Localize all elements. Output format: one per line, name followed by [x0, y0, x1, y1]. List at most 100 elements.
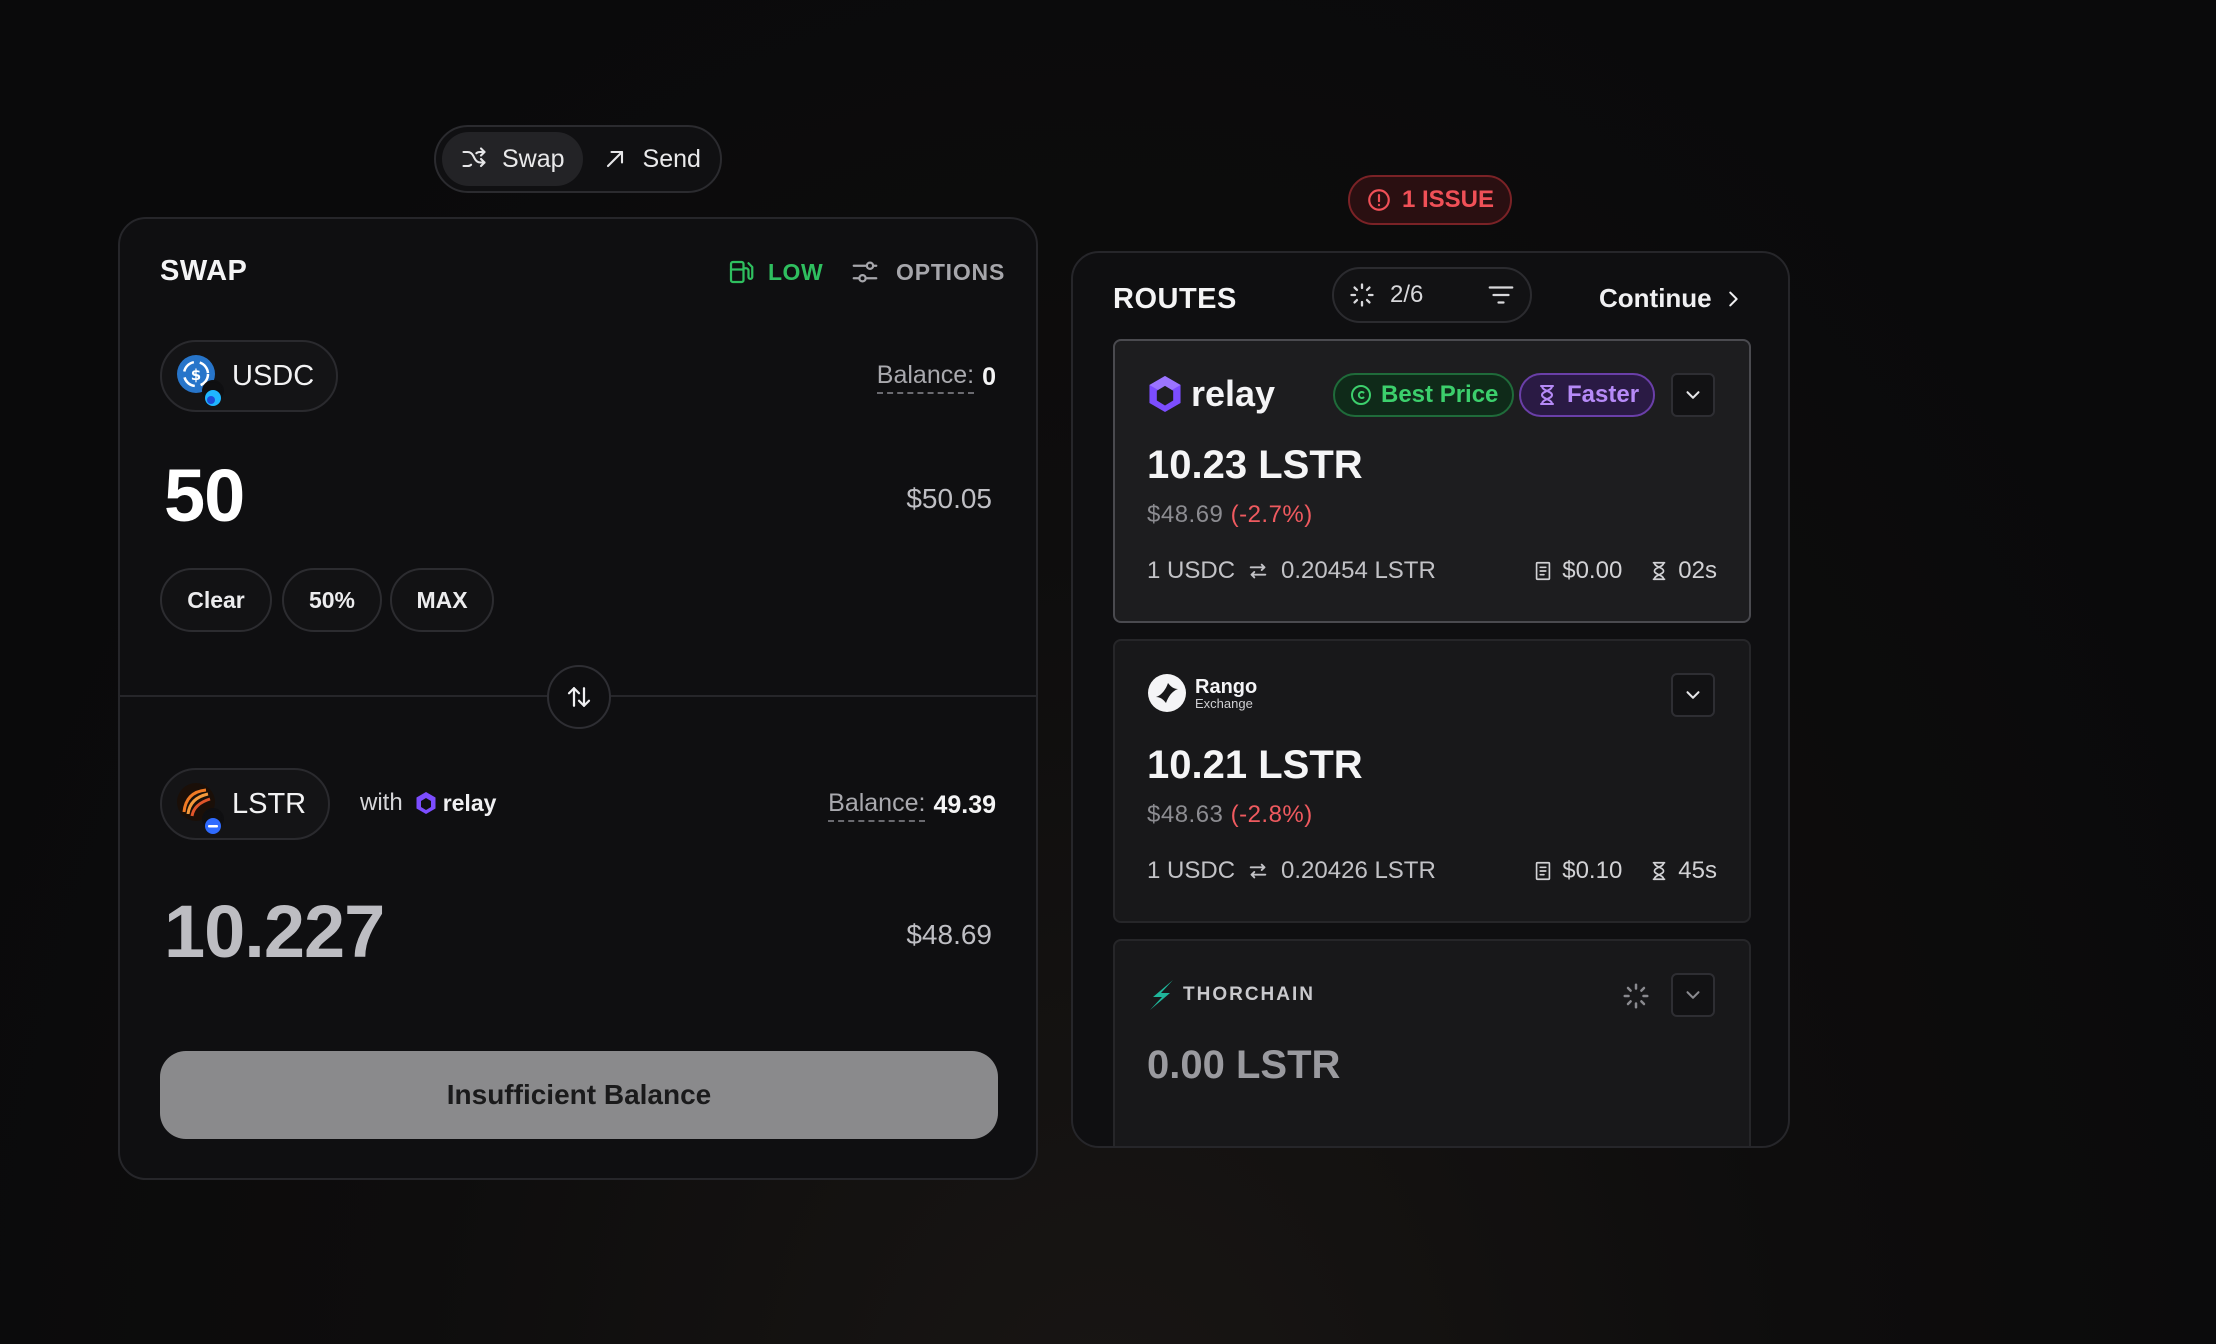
rango-provider-name: Rango: [1195, 675, 1258, 698]
routes-card: ROUTES 2/6 Continue relay Best Price Fas…: [1071, 251, 1790, 1148]
route-usd-value: $48.63: [1147, 801, 1224, 828]
rate-to: 0.20454 LSTR: [1281, 557, 1436, 584]
options-label: OPTIONS: [896, 258, 1006, 285]
to-token-symbol: LSTR: [232, 787, 307, 820]
routes-title: ROUTES: [1113, 283, 1237, 315]
best-price-badge: Best Price: [1333, 373, 1515, 417]
relay-logo-icon: [1149, 376, 1181, 412]
provider-label: relay: [442, 789, 497, 816]
route-output-amount: 0.00 LSTR: [1147, 1043, 1341, 1087]
route-fees: $0.10 45s: [1532, 857, 1717, 885]
fuel-pump-icon: [729, 260, 754, 284]
thorchain-logo-icon: [1150, 980, 1173, 1010]
faster-label: Faster: [1567, 381, 1640, 408]
rango-provider-logo: Rango Exchange: [1147, 673, 1257, 713]
best-price-label: Best Price: [1381, 381, 1499, 408]
loading-spinner-icon: [1350, 283, 1374, 307]
gas-speed-label: LOW: [768, 258, 824, 285]
relay-provider-name: relay: [1191, 373, 1276, 414]
chevron-down-icon: [1686, 691, 1700, 699]
swap-title: SWAP: [160, 255, 248, 287]
swap-vertical-icon: [567, 687, 591, 707]
rate-from: 1 USDC: [1147, 557, 1236, 584]
swap-card: SWAP LOW OPTIONS $ USDC Balance: 0 50 $5…: [118, 217, 1038, 1180]
continue-label: Continue: [1599, 283, 1712, 313]
swap-mode-label: Swap: [502, 144, 565, 173]
route-price-impact: (-2.8%): [1230, 801, 1313, 828]
from-balance-value: 0: [982, 363, 996, 391]
coin-icon: [1351, 385, 1371, 405]
expand-route-button[interactable]: [1671, 673, 1715, 717]
from-amount-input[interactable]: 50: [164, 453, 245, 538]
from-token-symbol: USDC: [232, 359, 315, 392]
selected-provider: with relay: [360, 789, 496, 817]
hourglass-icon: [1652, 561, 1666, 581]
route-output-amount: 10.23 LSTR: [1147, 443, 1363, 487]
rate-to: 0.20426 LSTR: [1281, 857, 1436, 884]
from-balance[interactable]: Balance: 0: [876, 361, 996, 394]
route-usd-value: $48.69: [1147, 501, 1224, 528]
routes-progress: 2/6: [1332, 267, 1532, 323]
expand-route-button[interactable]: [1671, 373, 1715, 417]
route-fees: $0.00 02s: [1532, 557, 1717, 585]
expand-route-button[interactable]: [1671, 973, 1715, 1017]
route-exchange-rate: 1 USDC 0.20426 LSTR: [1147, 857, 1436, 885]
chevron-down-icon: [1686, 991, 1700, 999]
thorchain-provider-name: THORCHAIN: [1183, 984, 1315, 1005]
route-output-usd: $48.69 (-2.7%): [1147, 501, 1313, 529]
route-output-amount: 10.21 LSTR: [1147, 743, 1363, 787]
options-button[interactable]: OPTIONS: [850, 257, 1005, 287]
chevron-right-icon: [1728, 291, 1738, 306]
route-option-thorchain[interactable]: THORCHAIN 0.00 LSTR: [1113, 939, 1751, 1146]
routes-progress-count: 2/6: [1390, 281, 1424, 308]
send-mode-button[interactable]: Send: [583, 132, 719, 186]
relay-logo-icon: [416, 792, 436, 814]
lstr-token-icon: [176, 782, 224, 834]
half-amount-button[interactable]: 50%: [282, 568, 382, 632]
hourglass-icon: [1540, 385, 1554, 405]
filter-icon[interactable]: [1486, 280, 1516, 310]
continue-button[interactable]: Continue: [1599, 283, 1744, 314]
relay-provider-logo: relay: [1147, 373, 1275, 415]
rate-from: 1 USDC: [1147, 857, 1236, 884]
issues-badge[interactable]: 1 ISSUE: [1348, 175, 1512, 225]
to-balance[interactable]: Balance: 49.39: [828, 789, 996, 822]
rango-provider-subtitle: Exchange: [1195, 695, 1253, 711]
from-token-selector[interactable]: $ USDC: [160, 340, 339, 412]
route-option-relay[interactable]: relay Best Price Faster 10.23 LSTR $48.6…: [1113, 339, 1751, 623]
from-usd-value: $50.05: [906, 483, 992, 514]
clear-button[interactable]: Clear: [160, 568, 272, 632]
faster-badge: Faster: [1519, 373, 1656, 417]
issues-label: 1 ISSUE: [1401, 186, 1495, 213]
arrows-exchange-icon: [1249, 563, 1267, 579]
arrows-exchange-icon: [1249, 863, 1267, 879]
thorchain-provider-logo: THORCHAIN: [1147, 979, 1315, 1011]
gas-speed-indicator[interactable]: LOW: [726, 257, 823, 287]
chevron-down-icon: [1686, 391, 1700, 399]
route-exchange-rate: 1 USDC 0.20454 LSTR: [1147, 557, 1436, 585]
route-time: 02s: [1678, 557, 1717, 584]
usdc-token-icon: $: [176, 354, 224, 406]
sliders-icon: [852, 261, 878, 283]
to-token-selector[interactable]: LSTR: [160, 768, 331, 840]
arrow-up-right-icon: [606, 150, 623, 168]
svg-text:$: $: [191, 366, 201, 384]
route-fee: $0.00: [1562, 557, 1623, 584]
to-amount-output: 10.227: [164, 890, 385, 973]
max-amount-button[interactable]: MAX: [390, 568, 494, 632]
alert-circle-icon: [1368, 189, 1390, 211]
to-balance-label: Balance:: [828, 789, 926, 822]
insufficient-balance-button[interactable]: Insufficient Balance: [160, 1051, 998, 1139]
flip-tokens-button[interactable]: [547, 665, 611, 729]
route-output-usd: $48.63 (-2.8%): [1147, 801, 1313, 829]
loading-spinner-icon: [1623, 983, 1649, 1009]
mode-toggle: Swap Send: [434, 125, 722, 193]
receipt-icon: [1535, 561, 1551, 581]
with-label: with: [360, 789, 403, 816]
to-balance-value: 49.39: [933, 791, 996, 819]
route-price-impact: (-2.7%): [1230, 501, 1313, 528]
swap-mode-button[interactable]: Swap: [442, 132, 583, 186]
shuffle-icon: [462, 147, 486, 168]
route-option-rango[interactable]: Rango Exchange 10.21 LSTR $48.63 (-2.8%)…: [1113, 639, 1751, 923]
provider-name: relay: [415, 789, 497, 817]
